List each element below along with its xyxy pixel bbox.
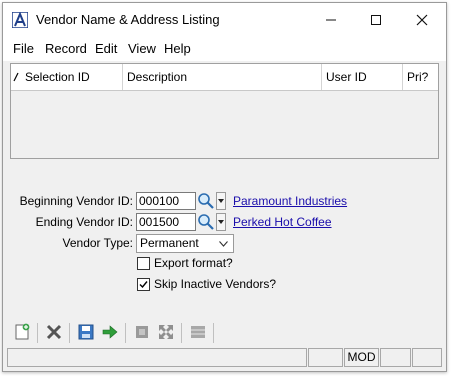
beginning-vendor-label: Beginning Vendor ID:: [19, 194, 133, 208]
ending-vendor-name-link[interactable]: Perked Hot Coffee: [233, 215, 332, 229]
toolbar-separator: [37, 323, 38, 343]
menu-help[interactable]: Help: [164, 41, 191, 56]
toolbar: [7, 321, 442, 345]
minimize-icon: [326, 19, 336, 20]
menu-edit[interactable]: Edit: [95, 41, 117, 56]
arrow-right-icon: [102, 325, 118, 339]
copy-button: [131, 321, 153, 343]
close-icon: [416, 14, 428, 25]
save-button[interactable]: [75, 321, 97, 343]
new-document-icon: [15, 323, 30, 340]
check-icon: [139, 281, 148, 289]
minimize-button[interactable]: [308, 3, 354, 36]
search-icon[interactable]: [197, 213, 215, 231]
vendor-type-label: Vendor Type:: [62, 236, 134, 250]
new-record-button[interactable]: [11, 321, 33, 343]
beginning-vendor-dropdown[interactable]: [216, 192, 226, 210]
status-panel-empty: [412, 348, 442, 367]
proceed-button[interactable]: [99, 321, 121, 343]
column-pri[interactable]: Pri?: [403, 64, 438, 90]
status-bar: MOD: [7, 348, 442, 368]
menu-record[interactable]: Record: [45, 41, 87, 56]
beginning-vendor-input[interactable]: 000100: [136, 192, 196, 210]
grid-icon: [191, 326, 205, 338]
toolbar-separator: [181, 323, 182, 343]
window-title: Vendor Name & Address Listing: [36, 12, 220, 27]
app-logo-icon: [12, 12, 28, 28]
toolbar-separator: [213, 323, 214, 343]
skip-inactive-label: Skip Inactive Vendors?: [154, 277, 277, 291]
title-bar: Vendor Name & Address Listing: [3, 3, 446, 36]
close-button[interactable]: [399, 3, 445, 36]
chevron-down-icon: [218, 199, 224, 203]
grid-button: [187, 321, 209, 343]
skip-inactive-checkbox[interactable]: [137, 278, 150, 291]
status-mode-panel: MOD: [344, 348, 379, 367]
ending-vendor-dropdown[interactable]: [216, 213, 226, 231]
window: Vendor Name & Address Listing File Recor…: [2, 2, 447, 372]
selection-grid[interactable]: Selection ID Description User ID Pri?: [10, 63, 439, 159]
column-selection-id[interactable]: Selection ID: [21, 64, 123, 90]
expand-button: [155, 321, 177, 343]
copy-icon: [136, 326, 148, 338]
column-description[interactable]: Description: [123, 64, 322, 90]
column-user-id[interactable]: User ID: [322, 64, 403, 90]
edit-marker-icon: [13, 72, 19, 82]
toolbar-separator: [125, 323, 126, 343]
delete-x-icon: [46, 324, 62, 340]
vendor-type-value: Permanent: [140, 236, 199, 250]
export-format-label: Export format?: [154, 256, 233, 270]
expand-icon: [159, 325, 173, 339]
save-disk-icon: [78, 324, 94, 340]
beginning-vendor-name-link[interactable]: Paramount Industries: [233, 194, 347, 208]
maximize-button[interactable]: [353, 3, 399, 36]
status-message-panel: [7, 348, 307, 367]
grid-header: Selection ID Description User ID Pri?: [11, 64, 438, 91]
menu-view[interactable]: View: [128, 41, 156, 56]
menu-bar: File Record Edit View Help: [3, 36, 446, 61]
ending-vendor-label: Ending Vendor ID:: [35, 215, 133, 229]
status-panel-empty: [308, 348, 343, 367]
delete-button[interactable]: [43, 321, 65, 343]
vendor-type-select[interactable]: Permanent: [136, 234, 234, 253]
menu-file[interactable]: File: [13, 41, 34, 56]
maximize-icon: [371, 14, 381, 25]
toolbar-separator: [69, 323, 70, 343]
chevron-down-icon: [218, 220, 224, 224]
search-icon[interactable]: [197, 192, 215, 210]
chevron-down-icon: [219, 241, 228, 247]
ending-vendor-input[interactable]: 001500: [136, 213, 196, 231]
status-panel-empty: [380, 348, 411, 367]
export-format-checkbox[interactable]: [137, 257, 150, 270]
